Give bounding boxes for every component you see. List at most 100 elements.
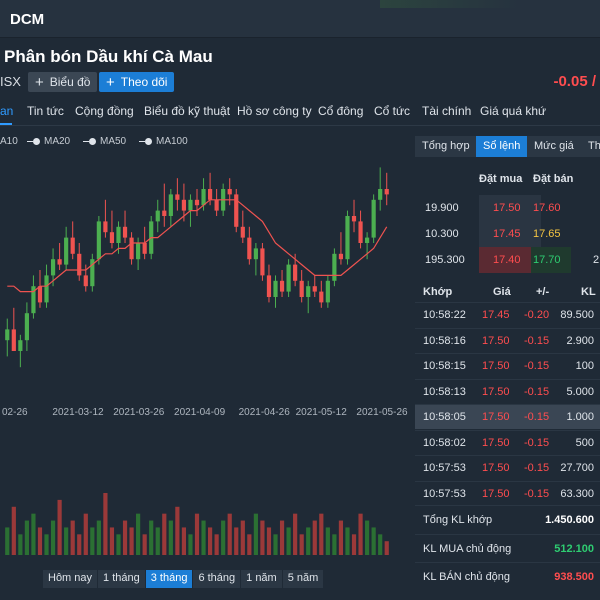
candle-body — [109, 232, 115, 243]
ticker-symbol: DCM — [10, 11, 45, 28]
tab-shareholders[interactable]: Cổ đông — [318, 104, 363, 118]
volume-bar — [44, 534, 49, 555]
volume-bar — [162, 513, 167, 555]
tab-company-profile[interactable]: Hồ sơ công ty — [237, 104, 312, 118]
trade-price: 17.50 — [482, 360, 510, 372]
tab-summary[interactable]: Tổng hợp — [415, 136, 477, 157]
trade-change: -0.15 — [524, 487, 550, 500]
follow-button[interactable]: + Theo dõi — [99, 72, 175, 92]
candle-body — [77, 253, 82, 276]
candle-body — [286, 264, 291, 292]
trade-change: -0.15 — [524, 411, 550, 423]
legend-label: A10 — [0, 136, 18, 147]
volume-bar — [266, 527, 272, 555]
trade-price: 17.50 — [482, 411, 510, 423]
range-selector: Hôm nay 1 tháng 3 tháng 6 tháng 1 năm 5 … — [43, 570, 324, 588]
tab-order-book[interactable]: Sổ lệnh — [476, 136, 528, 157]
trade-volume: 27.700 — [560, 462, 594, 474]
candle-body — [227, 189, 232, 195]
volume-bar — [332, 534, 337, 555]
bid-volume: 195.300 — [425, 254, 465, 266]
price-chart[interactable]: 02-26 2021-03-12 2021-03-26 2021-04-09 2021-… — [0, 150, 410, 568]
candle-body — [279, 280, 285, 292]
candle-body — [44, 275, 49, 303]
volume-bar — [31, 513, 36, 555]
candle-body — [194, 199, 200, 206]
ask-volume: 2 — [593, 254, 600, 266]
trade-volume: 5.000 — [566, 385, 594, 398]
background-ghost-strip — [380, 0, 520, 8]
legend-item[interactable]: MA50 — [83, 136, 126, 147]
orderbook-row: 10.300 17.45 17.65 — [415, 221, 600, 247]
candle-body — [371, 199, 376, 238]
trade-row: 10:58:02 17.50 -0.15 500 — [415, 429, 600, 455]
candle-body — [207, 189, 213, 200]
range-5-years[interactable]: 5 năm — [282, 570, 324, 588]
legend-item[interactable]: A10 — [0, 136, 18, 147]
price-change: -0.05 / — [553, 73, 596, 90]
candle-body — [136, 243, 141, 260]
order-panel-tabs: Tổng hợp Sổ lệnh Mức giá Th — [415, 136, 600, 158]
trade-row: 10:58:05 17.50 -0.15 1.000 — [415, 404, 600, 429]
tab-technical-chart[interactable]: Biểu đồ kỹ thuật — [144, 104, 230, 118]
legend-item[interactable]: MA100 — [139, 136, 188, 147]
volume-bar — [37, 527, 43, 555]
volume-bar — [207, 527, 213, 555]
volume-bar — [247, 534, 252, 555]
candle-body — [338, 253, 344, 260]
tab-finance[interactable]: Tài chính — [422, 104, 471, 118]
chart-button-label: Biểu đồ — [49, 75, 91, 89]
candle-body — [299, 280, 304, 297]
orderbook-row: 195.300 17.40 17.70 2 — [415, 247, 600, 273]
volume-bar — [188, 534, 193, 555]
volume-bar — [96, 520, 101, 555]
range-1-month[interactable]: 1 tháng — [98, 570, 145, 588]
trade-change: -0.15 — [524, 436, 550, 449]
tab-more[interactable]: Th — [581, 136, 600, 157]
candle-body — [240, 226, 245, 238]
range-6-months[interactable]: 6 tháng — [193, 570, 241, 588]
active-buy-label: KL MUA chủ động — [423, 543, 512, 555]
range-today[interactable]: Hôm nay — [43, 570, 98, 588]
tab-dividends[interactable]: Cổ tức — [374, 104, 410, 118]
trade-volume: 500 — [575, 436, 594, 449]
volume-bar — [319, 513, 324, 555]
volume-bar — [312, 520, 317, 555]
volume-bar — [253, 513, 258, 555]
bid-volume: 10.300 — [425, 228, 459, 240]
trade-volume: 100 — [575, 360, 594, 372]
trade-time: 10:57:53 — [423, 487, 466, 500]
legend-item[interactable]: MA20 — [27, 136, 71, 147]
volume-bar — [103, 493, 108, 555]
tab-price-levels[interactable]: Mức giá — [527, 136, 581, 157]
trade-change-header: +/- — [536, 286, 550, 298]
candle-body — [18, 340, 23, 351]
trade-time: 10:57:53 — [423, 462, 466, 474]
tab-price-history[interactable]: Giá quá khứ — [480, 104, 546, 118]
follow-button-label: Theo dõi — [120, 75, 168, 89]
total-volume-value: 1.450.600 — [545, 514, 594, 526]
trade-volume-header: KL — [581, 286, 596, 298]
tab-news[interactable]: Tin tức — [27, 104, 64, 118]
legend-label: MA100 — [156, 136, 188, 147]
tab-community[interactable]: Cộng đồng — [75, 104, 134, 118]
legend-label: MA20 — [44, 136, 71, 147]
range-1-year[interactable]: 1 năm — [241, 570, 282, 588]
volume-bar — [57, 499, 62, 555]
active-sell-label: KL BÁN chủ động — [423, 571, 511, 583]
candle-body — [175, 194, 180, 200]
candle-body — [325, 280, 330, 303]
range-3-months[interactable]: 3 tháng — [145, 570, 193, 588]
bid-price: 17.45 — [493, 228, 521, 240]
top-bar: DCM — [0, 0, 600, 38]
tab-overview[interactable]: an — [0, 104, 13, 118]
volume-bar — [273, 534, 278, 555]
volume-bar — [136, 513, 141, 555]
volume-bar — [70, 520, 75, 555]
candle-body — [50, 259, 56, 276]
chart-button[interactable]: + Biểu đồ — [28, 72, 98, 92]
trade-time: 10:58:15 — [423, 360, 466, 372]
volume-bar — [325, 527, 330, 555]
candle-body — [11, 329, 16, 351]
volume-bar — [18, 534, 23, 555]
